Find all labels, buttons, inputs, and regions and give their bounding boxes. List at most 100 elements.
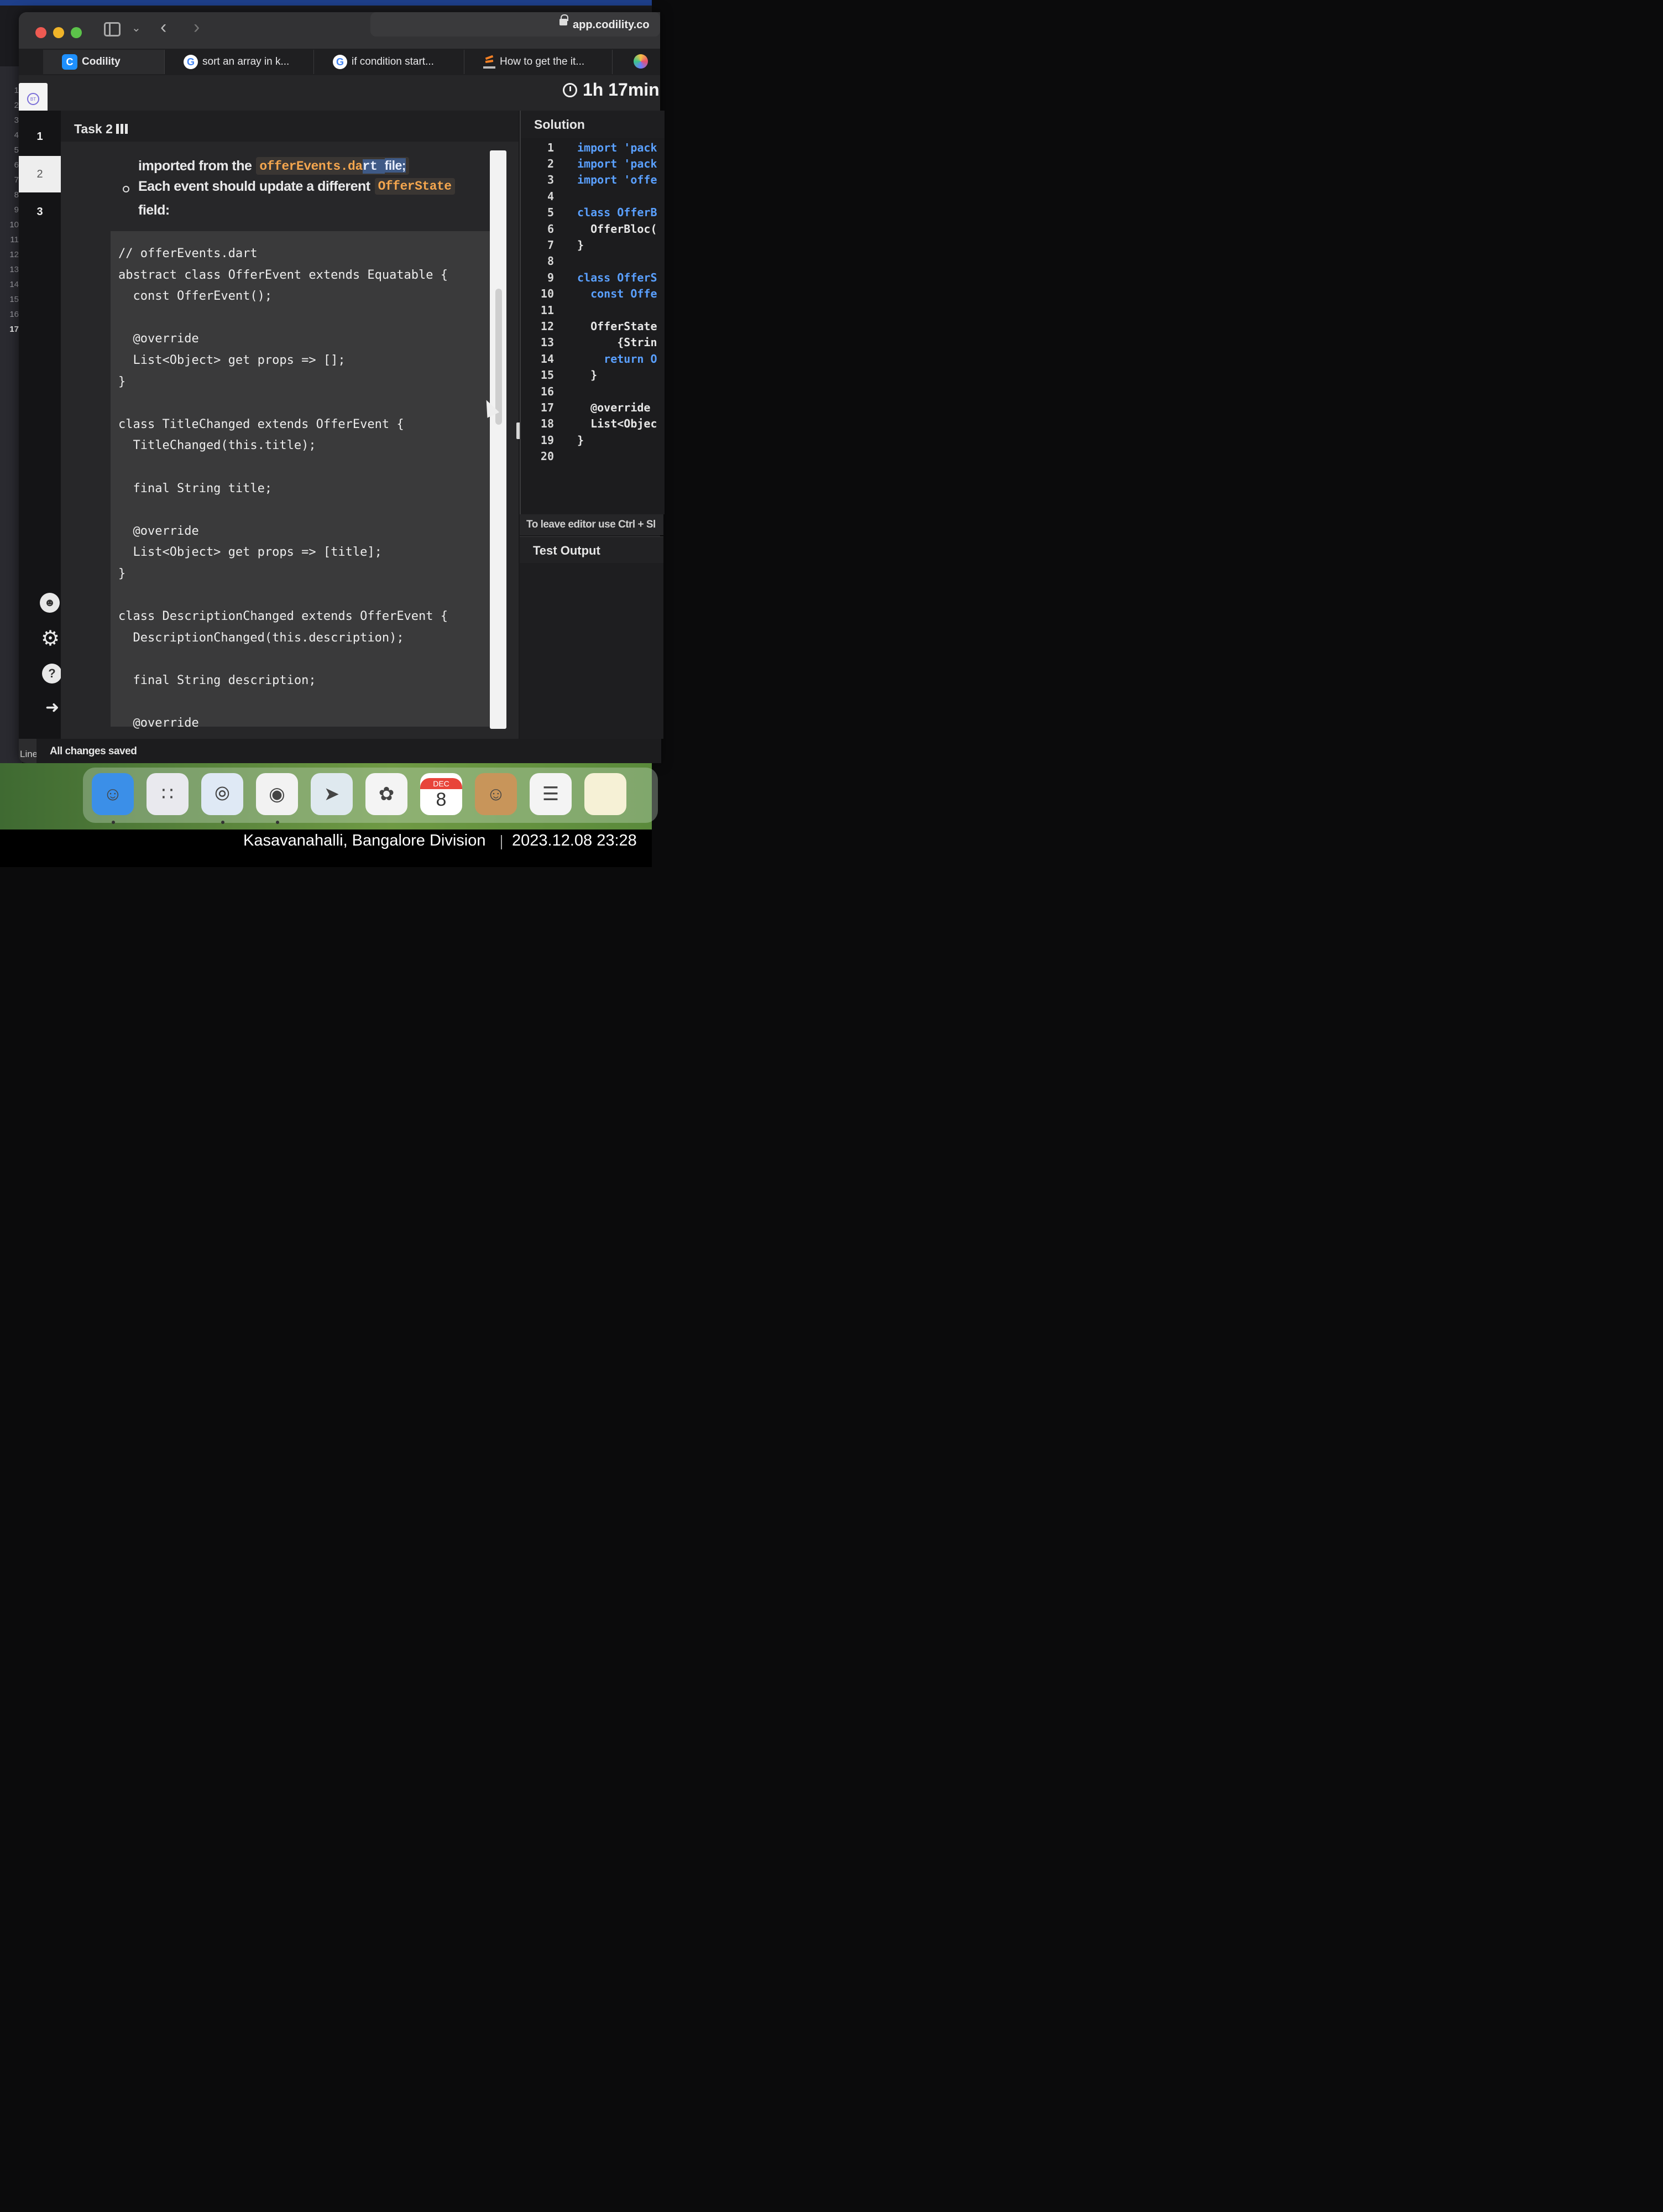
status-left-label: Line bbox=[20, 749, 38, 759]
contacts-icon[interactable]: ☺ bbox=[475, 773, 517, 815]
sidebar-toggle-icon[interactable] bbox=[104, 22, 121, 36]
close-window-button[interactable] bbox=[35, 27, 46, 38]
solution-line-number: 18 bbox=[540, 417, 554, 431]
finder-icon[interactable]: ☺ bbox=[92, 773, 134, 815]
gutter-line-number: 6 bbox=[14, 160, 19, 170]
gutter-line-number: 10 bbox=[9, 220, 19, 229]
lock-shackle bbox=[561, 14, 568, 21]
safari-icon[interactable]: ⦾ bbox=[201, 773, 243, 815]
task-header: Task 2 bbox=[61, 111, 519, 142]
tab-extension-icon[interactable] bbox=[634, 54, 648, 69]
inline-code: offerEvents.dart file; bbox=[256, 157, 409, 175]
photos-icon[interactable]: ✿ bbox=[365, 773, 407, 815]
code-line: @override bbox=[118, 332, 199, 346]
solution-line-number: 3 bbox=[547, 173, 554, 187]
test-output-pane bbox=[520, 563, 663, 739]
status-bar: All changes saved bbox=[36, 739, 661, 763]
solution-line: 18 List<Objec bbox=[521, 416, 657, 432]
solution-line: 2 import 'pack bbox=[521, 155, 657, 171]
gutter-line-number: 3 bbox=[14, 116, 19, 125]
gutter-line-number: 8 bbox=[14, 190, 19, 200]
solution-line-number: 17 bbox=[540, 400, 554, 414]
address-bar-url: app.codility.co bbox=[573, 19, 650, 31]
code-line: } bbox=[118, 374, 126, 389]
solution-line-text: import 'offe bbox=[577, 173, 657, 187]
gutter-line-number: 2 bbox=[14, 101, 19, 110]
forward-arrow-icon[interactable]: › bbox=[194, 17, 200, 38]
launchpad-icon[interactable]: ∷ bbox=[147, 773, 189, 815]
maps-icon[interactable]: ➤ bbox=[311, 773, 353, 815]
solution-line-text: OfferBloc( bbox=[577, 222, 657, 236]
test-output-header: Test Output bbox=[520, 536, 663, 564]
avatar-initials: BT bbox=[27, 93, 39, 105]
solution-line-number: 8 bbox=[547, 254, 554, 268]
solution-line-number: 14 bbox=[540, 352, 554, 366]
scrollbar-thumb[interactable] bbox=[495, 289, 502, 425]
solution-line: 16 bbox=[521, 383, 657, 399]
gear-icon[interactable]: ⚙ bbox=[41, 626, 60, 651]
code-line: class DescriptionChanged extends OfferEv… bbox=[118, 609, 448, 624]
code-line: final String title; bbox=[118, 481, 273, 495]
solution-line-text: const Offe bbox=[577, 287, 657, 301]
timer: 1h 17min bbox=[583, 80, 660, 100]
gutter-line-number: 17 bbox=[9, 325, 19, 334]
code-block: // offerEvents.dart abstract class OfferE… bbox=[111, 231, 490, 730]
reminders-icon[interactable]: ☰ bbox=[530, 773, 572, 815]
back-arrow-icon[interactable]: ‹ bbox=[160, 17, 166, 38]
inline-code: OfferState bbox=[374, 178, 455, 195]
calendar-icon[interactable]: DEC 8 bbox=[420, 773, 462, 815]
code-line: abstract class OfferEvent extends Equata… bbox=[118, 268, 448, 282]
code-line: class TitleChanged extends OfferEvent { bbox=[118, 417, 404, 431]
dock-running-indicator bbox=[112, 821, 115, 824]
solution-line: 10 const Offe bbox=[521, 286, 657, 302]
code-line: List<Object> get props => [title]; bbox=[118, 545, 382, 560]
notes-icon[interactable] bbox=[584, 773, 626, 815]
code-line: TitleChanged(this.title); bbox=[118, 439, 316, 453]
task-nav-1[interactable]: 1 bbox=[19, 118, 61, 155]
solution-line-text: } bbox=[577, 433, 584, 447]
minimize-window-button[interactable] bbox=[53, 27, 64, 38]
gutter-line-number: 16 bbox=[9, 310, 19, 319]
solution-line: 6 OfferBloc( bbox=[521, 221, 657, 237]
solution-line-text: return O bbox=[577, 352, 657, 366]
tab-if-condition[interactable]: G if condition start... bbox=[314, 50, 464, 74]
tab-codility[interactable]: C Codility bbox=[43, 50, 165, 74]
tab-label: Codility bbox=[82, 56, 121, 67]
chevron-down-icon[interactable]: ⌄ bbox=[132, 21, 141, 35]
task-nav-2[interactable]: 2 bbox=[19, 156, 61, 192]
stackoverflow-icon bbox=[483, 55, 495, 69]
solution-line-text: import 'pack bbox=[577, 157, 657, 171]
caption-divider bbox=[501, 835, 502, 849]
tab-sort-array[interactable]: G sort an array in k... bbox=[165, 50, 314, 74]
solution-line-number: 6 bbox=[547, 222, 554, 236]
code-line: const OfferEvent(); bbox=[118, 289, 273, 304]
solution-editor[interactable]: 1 import 'pack 2 import 'pack 3 import 'offe 4… bbox=[520, 138, 665, 514]
solution-line: 11 bbox=[521, 302, 657, 318]
help-icon[interactable]: ? bbox=[42, 664, 62, 684]
gutter-line-number: 11 bbox=[10, 235, 19, 244]
solution-line-text: class OfferB bbox=[577, 206, 657, 220]
chrome-icon[interactable]: ◉ bbox=[256, 773, 298, 815]
leave-editor-hint: To leave editor use Ctrl + Sl bbox=[526, 519, 656, 530]
gutter-line-number: 12 bbox=[9, 250, 19, 259]
codility-logo-icon: C bbox=[62, 54, 77, 70]
task-scrollbar[interactable] bbox=[490, 150, 506, 729]
logout-icon[interactable]: ➜ bbox=[45, 698, 59, 717]
solution-line-number: 15 bbox=[540, 368, 554, 382]
address-bar[interactable]: app.codility.co bbox=[370, 12, 660, 36]
maximize-window-button[interactable] bbox=[71, 27, 82, 38]
task-nav-3[interactable]: 3 bbox=[19, 194, 61, 230]
photo-caption-bar: Kasavanahalli, Bangalore Division 2023.1… bbox=[0, 830, 652, 867]
calendar-day: 8 bbox=[436, 789, 447, 810]
gutter-line-number: 7 bbox=[14, 175, 19, 185]
task-title: Task 2 bbox=[74, 122, 113, 136]
calendar-month: DEC bbox=[420, 778, 462, 789]
gutter-line-number: 13 bbox=[9, 265, 19, 274]
gutter-line-number: 1 bbox=[14, 86, 19, 95]
accessibility-icon[interactable]: ☻ bbox=[40, 593, 60, 613]
tab-how-to-get[interactable]: How to get the it... bbox=[464, 50, 613, 74]
